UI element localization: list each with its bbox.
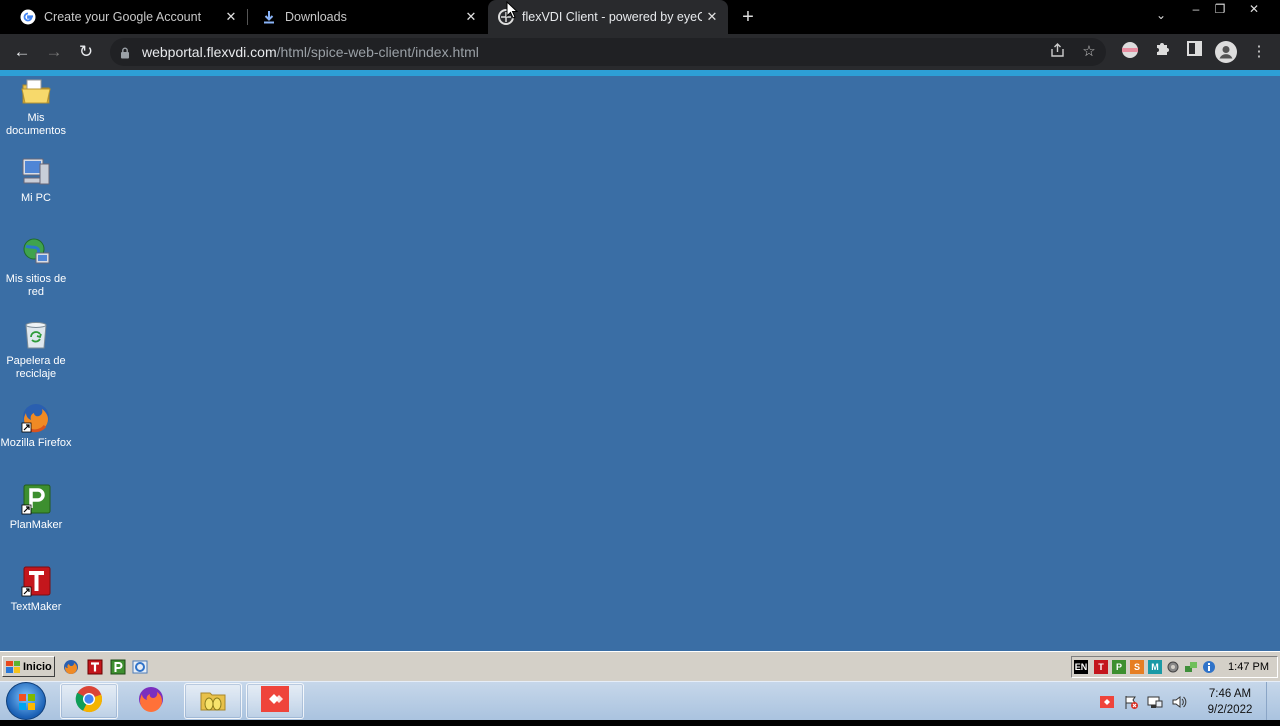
download-icon	[261, 9, 277, 25]
tab-title: Downloads	[285, 10, 347, 24]
browser-toolbar: ← → ↻ webportal.flexvdi.com/html/spice-w…	[0, 34, 1280, 70]
tray-planmaker-icon[interactable]: P	[1112, 660, 1126, 674]
action-center-flag-icon[interactable]	[1123, 694, 1139, 710]
firefox-icon	[20, 401, 52, 433]
profile-extension-icon[interactable]	[1119, 41, 1141, 63]
desktop-icon-label: Mozilla Firefox	[0, 437, 72, 449]
quicklaunch-textmaker-icon[interactable]	[87, 659, 103, 675]
windows-flag-icon	[6, 660, 20, 673]
taskbar-explorer-button[interactable]	[184, 683, 242, 719]
network-tray-icon[interactable]	[1147, 694, 1163, 710]
recycle-bin-icon	[20, 319, 52, 351]
host-date: 9/2/2022	[1207, 704, 1253, 716]
desktop-icon-textmaker[interactable]: TextMaker	[0, 565, 72, 614]
tray-textmaker-icon[interactable]: T	[1094, 660, 1108, 674]
computer-icon	[20, 156, 52, 188]
lock-icon[interactable]	[120, 46, 130, 64]
mouse-cursor-icon	[506, 1, 518, 19]
desktop-icon-label: Mis documentos	[6, 112, 66, 137]
taskbar-anydesk-button[interactable]	[246, 683, 304, 719]
desktop-icon-label: Mi PC	[21, 192, 51, 204]
restore-button[interactable]: ❐	[1206, 0, 1234, 18]
chrome-icon	[75, 685, 103, 718]
desktop-icon-planmaker[interactable]: PlanMaker	[0, 483, 72, 532]
quicklaunch-firefox-icon[interactable]	[63, 659, 79, 675]
desktop-icon-label: Mis sitios de red	[5, 273, 67, 298]
desktop-icon-my-documents[interactable]: Mis documentos	[0, 76, 72, 138]
tab-title: flexVDI Client - powered by eyeC	[522, 10, 702, 24]
folder-documents-icon	[20, 76, 52, 108]
forward-button[interactable]: →	[42, 40, 66, 64]
host-taskbar: 7:46 AM 9/2/2022	[0, 681, 1280, 720]
tab-title: Create your Google Account	[44, 10, 202, 24]
anydesk-tray-icon[interactable]	[1099, 694, 1115, 710]
remote-clock[interactable]: 1:47 PM	[1228, 661, 1269, 673]
side-panel-icon[interactable]	[1183, 41, 1205, 63]
tray-gear-icon[interactable]	[1166, 660, 1180, 674]
back-button[interactable]: ←	[10, 40, 34, 64]
taskbar-chrome-button[interactable]	[60, 683, 118, 719]
remote-taskbar: Inicio EN T P S M 1:47 PM	[0, 651, 1280, 681]
tab-close-icon[interactable]: ✕	[221, 7, 241, 27]
explorer-icon	[198, 685, 228, 718]
reload-button[interactable]: ↻	[74, 40, 98, 64]
desktop-icon-recycle-bin[interactable]: Papelera de reciclaje	[0, 319, 72, 381]
tray-m-icon[interactable]: M	[1148, 660, 1162, 674]
network-places-icon	[20, 237, 52, 269]
url-text: webportal.flexvdi.com/html/spice-web-cli…	[142, 44, 479, 60]
desktop-icon-network-places[interactable]: Mis sitios de red	[0, 237, 72, 299]
language-indicator[interactable]: EN	[1074, 660, 1088, 674]
remote-system-tray: EN T P S M 1:47 PM	[1071, 656, 1278, 678]
extensions-puzzle-icon[interactable]	[1151, 41, 1173, 63]
google-icon	[20, 9, 36, 25]
browser-menu-icon[interactable]: ⋮	[1248, 41, 1270, 63]
bookmark-star-icon[interactable]: ☆	[1080, 43, 1098, 61]
start-label: Inicio	[23, 660, 52, 673]
planmaker-icon	[20, 483, 52, 515]
textmaker-icon	[20, 565, 52, 597]
close-window-button[interactable]: ✕	[1240, 0, 1268, 18]
desktop-icon-my-pc[interactable]: Mi PC	[0, 156, 72, 205]
profile-avatar-icon[interactable]	[1215, 41, 1237, 63]
tab-strip: Create your Google Account ✕ Downloads ✕…	[0, 0, 1280, 34]
quicklaunch-ie-icon[interactable]	[132, 659, 148, 675]
tab-close-icon[interactable]: ✕	[702, 7, 722, 27]
taskbar-firefox-button[interactable]	[122, 683, 180, 719]
anydesk-icon	[260, 685, 290, 718]
address-bar[interactable]: webportal.flexvdi.com/html/spice-web-cli…	[110, 38, 1106, 66]
show-desktop-button[interactable]	[1266, 682, 1280, 720]
desktop-icon-label: TextMaker	[10, 601, 62, 613]
tab-flexvdi-client[interactable]: flexVDI Client - powered by eyeC ✕	[488, 0, 728, 34]
tab-close-icon[interactable]: ✕	[461, 7, 481, 27]
firefox-icon	[137, 685, 165, 718]
tab-downloads[interactable]: Downloads ✕	[241, 0, 487, 34]
volume-icon[interactable]	[1171, 694, 1187, 710]
url-path: /html/spice-web-client/index.html	[276, 44, 479, 60]
tab-search-button[interactable]: ⌄	[1152, 8, 1170, 26]
host-clock[interactable]: 7:46 AM 9/2/2022	[1200, 686, 1260, 718]
remote-start-button[interactable]: Inicio	[2, 656, 55, 677]
windows-start-button[interactable]	[6, 682, 46, 720]
desktop-icon-label: PlanMaker	[9, 519, 63, 531]
tray-info-icon[interactable]	[1202, 660, 1216, 674]
tab-google-account[interactable]: Create your Google Account ✕	[0, 0, 247, 34]
host-time: 7:46 AM	[1208, 688, 1252, 700]
remote-desktop[interactable]: Mis documentos Mi PC Mis sitios de red P…	[0, 76, 1280, 651]
desktop-icon-label: Papelera de reciclaje	[6, 355, 66, 380]
tray-presentations-icon[interactable]: S	[1130, 660, 1144, 674]
desktop-icon-firefox[interactable]: Mozilla Firefox	[0, 401, 72, 450]
quicklaunch-planmaker-icon[interactable]	[110, 659, 126, 675]
tray-network-icon[interactable]	[1184, 660, 1198, 674]
url-host: webportal.flexvdi.com	[142, 44, 277, 60]
share-icon[interactable]	[1048, 43, 1066, 61]
new-tab-button[interactable]: +	[737, 7, 759, 29]
